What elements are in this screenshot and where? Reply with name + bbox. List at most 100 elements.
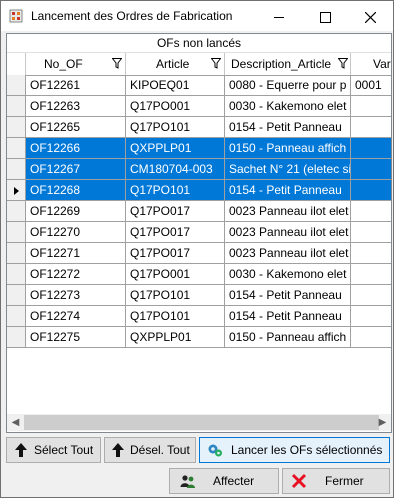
cell-var[interactable] bbox=[351, 180, 391, 201]
row-header[interactable] bbox=[7, 159, 26, 180]
minimize-button[interactable] bbox=[256, 1, 302, 31]
column-header-var[interactable]: Var bbox=[351, 53, 391, 75]
cell-description[interactable]: 0030 - Kakemono elet bbox=[225, 96, 351, 117]
cell-no-of[interactable]: OF12273 bbox=[26, 285, 126, 306]
cell-var[interactable] bbox=[351, 96, 391, 117]
cell-description[interactable]: Sachet N° 21 (eletec si bbox=[225, 159, 351, 180]
scrollbar-thumb[interactable] bbox=[24, 415, 379, 430]
scroll-left-icon[interactable]: ◀ bbox=[7, 414, 24, 431]
cell-no-of[interactable]: OF12263 bbox=[26, 96, 126, 117]
row-header[interactable] bbox=[7, 327, 26, 348]
row-header[interactable] bbox=[7, 180, 26, 201]
table-row[interactable]: OF12270 Q17PO017 0023 Panneau ilot elet bbox=[7, 222, 391, 243]
column-header-description[interactable]: Description_Article bbox=[225, 53, 351, 75]
cell-article[interactable]: Q17PO017 bbox=[126, 222, 225, 243]
cell-description[interactable]: 0154 - Petit Panneau bbox=[225, 306, 351, 327]
of-grid[interactable]: OFs non lancés No_OF Article Description… bbox=[6, 33, 392, 433]
column-label: Article bbox=[156, 57, 190, 71]
cell-no-of[interactable]: OF12267 bbox=[26, 159, 126, 180]
row-header[interactable] bbox=[7, 285, 26, 306]
table-row[interactable]: OF12261 KIPOEQ01 0080 - Equerre pour p 0001 bbox=[7, 75, 391, 96]
column-header-article[interactable]: Article bbox=[126, 53, 225, 75]
cell-article[interactable]: QXPPLP01 bbox=[126, 138, 225, 159]
cell-var[interactable]: 0001 bbox=[351, 75, 391, 96]
cell-description[interactable]: 0080 - Equerre pour p bbox=[225, 75, 351, 96]
table-row[interactable]: OF12269 Q17PO017 0023 Panneau ilot elet bbox=[7, 201, 391, 222]
cell-no-of[interactable]: OF12261 bbox=[26, 75, 126, 96]
row-header[interactable] bbox=[7, 138, 26, 159]
table-row[interactable]: OF12265 Q17PO101 0154 - Petit Panneau bbox=[7, 117, 391, 138]
cell-article[interactable]: Q17PO001 bbox=[126, 96, 225, 117]
table-row[interactable]: OF12272 Q17PO001 0030 - Kakemono elet bbox=[7, 264, 391, 285]
table-row[interactable]: OF12268 Q17PO101 0154 - Petit Panneau bbox=[7, 180, 391, 201]
cell-var[interactable] bbox=[351, 306, 391, 327]
cell-no-of[interactable]: OF12271 bbox=[26, 243, 126, 264]
filter-icon[interactable] bbox=[211, 58, 221, 69]
cell-article[interactable]: QXPPLP01 bbox=[126, 327, 225, 348]
cell-article[interactable]: KIPOEQ01 bbox=[126, 75, 225, 96]
cell-var[interactable] bbox=[351, 285, 391, 306]
close-window-button[interactable] bbox=[347, 1, 393, 31]
assign-button[interactable]: Affecter bbox=[169, 468, 279, 494]
table-row[interactable]: OF12266 QXPPLP01 0150 - Panneau affich bbox=[7, 138, 391, 159]
cell-no-of[interactable]: OF12274 bbox=[26, 306, 126, 327]
row-header[interactable] bbox=[7, 117, 26, 138]
cell-description[interactable]: 0154 - Petit Panneau bbox=[225, 180, 351, 201]
filter-icon[interactable] bbox=[112, 58, 122, 69]
cell-article[interactable]: Q17PO001 bbox=[126, 264, 225, 285]
cell-article[interactable]: Q17PO101 bbox=[126, 285, 225, 306]
cell-no-of[interactable]: OF12265 bbox=[26, 117, 126, 138]
row-header[interactable] bbox=[7, 201, 26, 222]
cell-var[interactable] bbox=[351, 327, 391, 348]
row-header[interactable] bbox=[7, 75, 26, 96]
cell-article[interactable]: Q17PO101 bbox=[126, 306, 225, 327]
column-header-no-of[interactable]: No_OF bbox=[26, 53, 126, 75]
cell-no-of[interactable]: OF12275 bbox=[26, 327, 126, 348]
row-header[interactable] bbox=[7, 264, 26, 285]
table-row[interactable]: OF12271 Q17PO017 0023 Panneau ilot elet bbox=[7, 243, 391, 264]
cell-no-of[interactable]: OF12270 bbox=[26, 222, 126, 243]
cell-no-of[interactable]: OF12266 bbox=[26, 138, 126, 159]
cell-var[interactable] bbox=[351, 264, 391, 285]
cell-article[interactable]: Q17PO017 bbox=[126, 243, 225, 264]
cell-var[interactable] bbox=[351, 159, 391, 180]
grid-band-title: OFs non lancés bbox=[7, 34, 391, 53]
cell-description[interactable]: 0023 Panneau ilot elet bbox=[225, 243, 351, 264]
row-header[interactable] bbox=[7, 243, 26, 264]
table-row[interactable]: OF12263 Q17PO001 0030 - Kakemono elet bbox=[7, 96, 391, 117]
cell-var[interactable] bbox=[351, 222, 391, 243]
cell-var[interactable] bbox=[351, 201, 391, 222]
cell-description[interactable]: 0154 - Petit Panneau bbox=[225, 117, 351, 138]
cell-no-of[interactable]: OF12268 bbox=[26, 180, 126, 201]
cell-description[interactable]: 0030 - Kakemono elet bbox=[225, 264, 351, 285]
cell-var[interactable] bbox=[351, 243, 391, 264]
cell-article[interactable]: Q17PO101 bbox=[126, 117, 225, 138]
cell-no-of[interactable]: OF12269 bbox=[26, 201, 126, 222]
maximize-button[interactable] bbox=[302, 1, 348, 31]
row-header[interactable] bbox=[7, 306, 26, 327]
cell-description[interactable]: 0154 - Petit Panneau bbox=[225, 285, 351, 306]
select-all-button[interactable]: Sélect Tout bbox=[6, 437, 101, 463]
table-row[interactable]: OF12274 Q17PO101 0154 - Petit Panneau bbox=[7, 306, 391, 327]
table-row[interactable]: OF12267 CM180704-003 Sachet N° 21 (eletec … bbox=[7, 159, 391, 180]
deselect-all-button[interactable]: Désel. Tout bbox=[104, 437, 196, 463]
launch-selected-button[interactable]: Lancer les OFs sélectionnés bbox=[199, 437, 390, 463]
table-row[interactable]: OF12273 Q17PO101 0154 - Petit Panneau bbox=[7, 285, 391, 306]
cell-description[interactable]: 0023 Panneau ilot elet bbox=[225, 201, 351, 222]
scroll-right-icon[interactable]: ▶ bbox=[374, 414, 391, 431]
cell-article[interactable]: Q17PO101 bbox=[126, 180, 225, 201]
horizontal-scrollbar[interactable]: ◀ ▶ bbox=[7, 414, 391, 431]
cell-description[interactable]: 0023 Panneau ilot elet bbox=[225, 222, 351, 243]
cell-no-of[interactable]: OF12272 bbox=[26, 264, 126, 285]
cell-description[interactable]: 0150 - Panneau affich bbox=[225, 138, 351, 159]
cell-article[interactable]: CM180704-003 bbox=[126, 159, 225, 180]
filter-icon[interactable] bbox=[338, 58, 348, 69]
row-header[interactable] bbox=[7, 96, 26, 117]
cell-description[interactable]: 0150 - Panneau affich bbox=[225, 327, 351, 348]
cell-article[interactable]: Q17PO017 bbox=[126, 201, 225, 222]
table-row[interactable]: OF12275 QXPPLP01 0150 - Panneau affich bbox=[7, 327, 391, 348]
row-header[interactable] bbox=[7, 222, 26, 243]
cell-var[interactable] bbox=[351, 138, 391, 159]
cell-var[interactable] bbox=[351, 117, 391, 138]
close-button[interactable]: Fermer bbox=[282, 468, 390, 494]
